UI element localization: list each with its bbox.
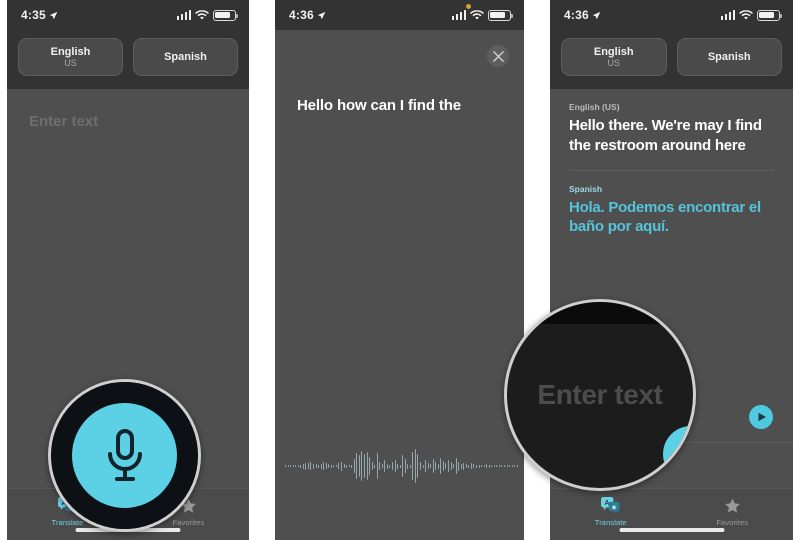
cellular-signal-icon <box>720 10 735 20</box>
target-language-name: Spanish <box>164 50 207 63</box>
source-language-name: English <box>50 45 91 58</box>
language-selector-bar: English US Spanish <box>7 30 249 89</box>
enter-text-enlarged[interactable]: Enter text <box>537 379 663 411</box>
tab-translate-label: Translate <box>51 518 84 527</box>
source-language-button[interactable]: English US <box>18 38 123 76</box>
target-language-button[interactable]: Spanish <box>676 38 782 76</box>
tab-favorites-label: Favorites <box>716 518 749 527</box>
target-language-label: Spanish <box>569 183 603 194</box>
status-indicators <box>451 9 514 21</box>
tab-favorites[interactable]: Favorites <box>672 496 794 527</box>
microphone-icon <box>107 428 142 481</box>
close-icon <box>492 50 504 62</box>
enter-text-placeholder[interactable]: Enter text <box>7 89 249 130</box>
tab-translate[interactable]: A Translate <box>550 496 672 527</box>
magnifier-enter-text: Enter text <box>504 299 696 491</box>
status-indicators <box>720 9 783 21</box>
tab-translate-label: Translate <box>594 518 627 527</box>
target-language-button[interactable]: Spanish <box>133 38 238 76</box>
clock-time: 4:36 <box>564 8 589 22</box>
translate-icon: A <box>601 496 620 515</box>
source-language-region: US <box>607 58 620 69</box>
wifi-icon <box>195 9 209 20</box>
close-button[interactable] <box>487 45 509 67</box>
location-arrow-icon <box>317 11 326 19</box>
star-icon <box>724 496 741 515</box>
location-arrow-icon <box>592 11 601 19</box>
wifi-icon <box>470 9 484 20</box>
source-language-name: English <box>593 45 634 58</box>
tab-favorites-label: Favorites <box>172 518 205 527</box>
translation-divider <box>569 169 774 171</box>
wifi-icon <box>739 9 753 20</box>
status-indicators <box>176 9 239 21</box>
play-audio-button[interactable] <box>749 405 773 429</box>
status-bar: 4:36 <box>550 0 793 30</box>
target-translation-text: Hola. Podemos encontrar el baño por aquí… <box>569 198 761 236</box>
home-indicator <box>619 528 724 532</box>
audio-waveform <box>285 440 518 492</box>
source-language-button[interactable]: English US <box>561 38 667 76</box>
clock-time: 4:36 <box>289 8 314 22</box>
dictation-area: Hello how can I find the <box>275 30 524 540</box>
source-translation-text: Hello there. We're may I find the restro… <box>569 117 762 154</box>
recording-indicator-dot <box>466 4 471 9</box>
dictation-text: Hello how can I find the <box>297 97 461 114</box>
status-clock: 4:35 <box>21 8 58 22</box>
target-language-name: Spanish <box>707 50 751 63</box>
target-translation-block[interactable]: Spanish Hola. Podemos encontrar el baño … <box>550 184 793 238</box>
location-arrow-icon <box>49 11 58 19</box>
status-bar: 4:36 <box>275 0 524 30</box>
battery-icon <box>488 9 514 21</box>
status-bar: 4:35 <box>7 0 249 30</box>
source-language-label: English (US) <box>569 102 620 112</box>
language-selector-bar: English US Spanish <box>550 30 793 89</box>
magnifier-top-strip <box>507 302 693 324</box>
battery-icon <box>757 9 783 21</box>
status-clock: 4:36 <box>289 8 326 22</box>
mic-button-fill[interactable] <box>72 403 177 508</box>
play-icon <box>758 412 766 422</box>
source-translation-block[interactable]: English (US) Hello there. We're may I fi… <box>550 89 793 156</box>
cellular-signal-icon <box>176 10 191 20</box>
source-language-region: US <box>64 58 77 69</box>
screenshot-stage: 4:35 English US Spanish Enter text Trans… <box>0 0 800 540</box>
battery-icon <box>213 9 239 21</box>
clock-time: 4:35 <box>21 8 46 22</box>
cellular-signal-icon <box>451 10 466 20</box>
phone-panel-listening: 4:36 Hello how can I find the <box>275 0 524 540</box>
mic-button-enlarged[interactable] <box>51 382 198 529</box>
status-clock: 4:36 <box>564 8 601 22</box>
tab-bar: A Translate Favorites <box>550 488 793 540</box>
magnifier-mic <box>48 379 201 532</box>
